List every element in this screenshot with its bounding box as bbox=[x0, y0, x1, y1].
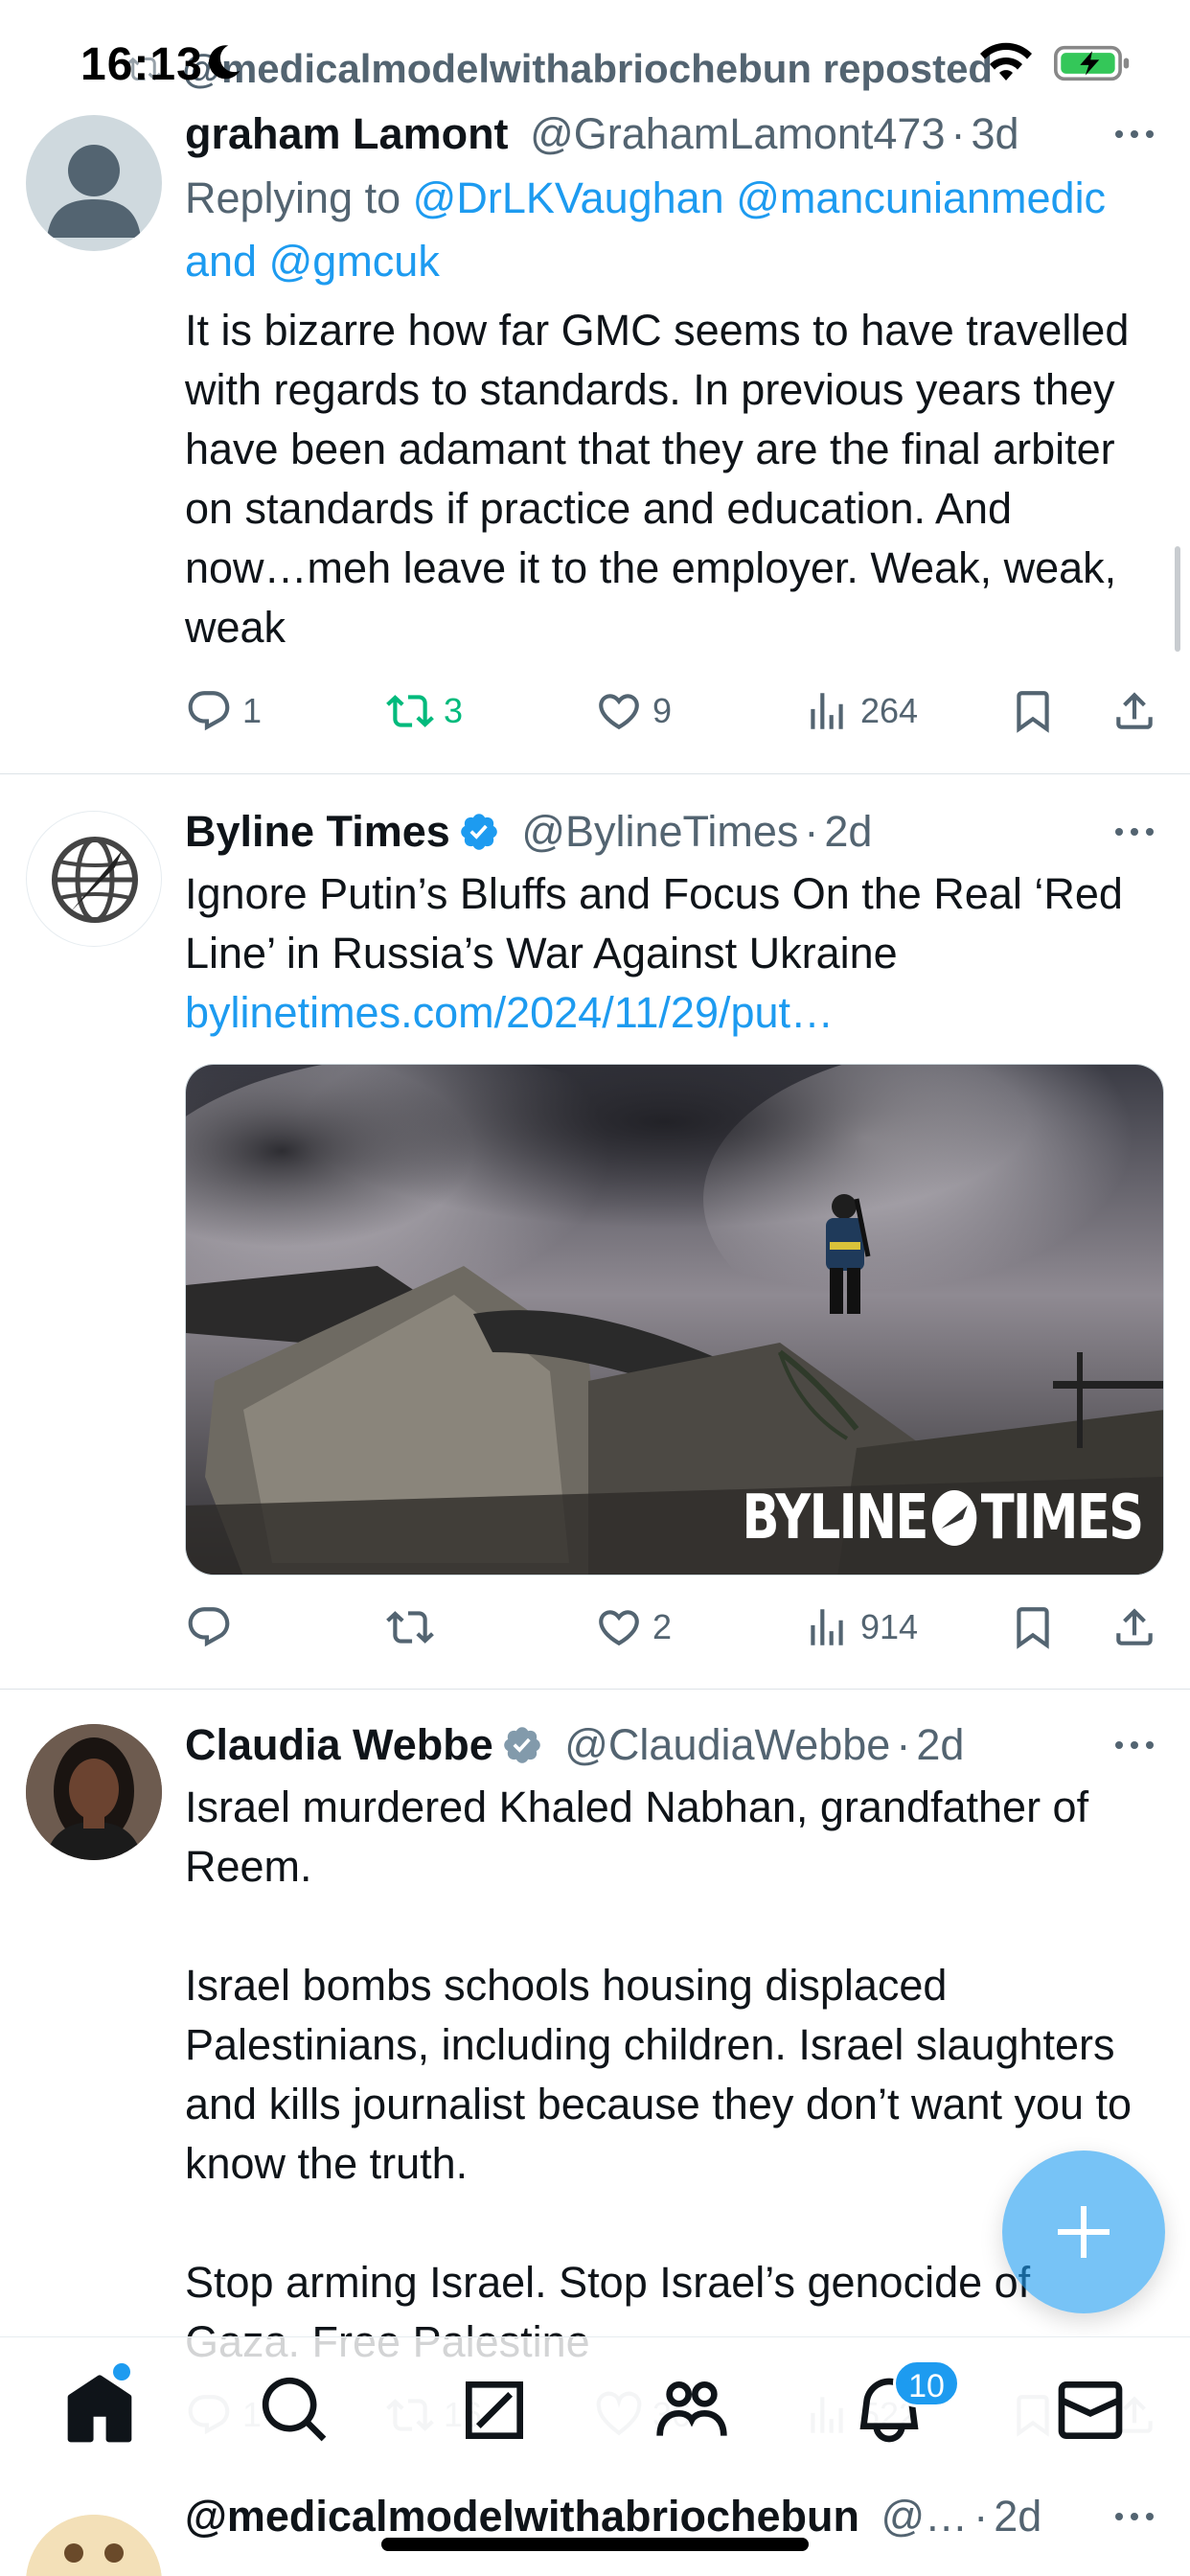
replying-last-mention[interactable]: @gmcuk bbox=[269, 237, 440, 286]
reply-button[interactable]: 1 bbox=[185, 682, 262, 740]
like-button[interactable]: 9 bbox=[595, 682, 672, 740]
default-avatar-icon bbox=[47, 145, 141, 238]
tab-grok[interactable] bbox=[456, 2372, 533, 2449]
home-indicator[interactable] bbox=[381, 2538, 809, 2551]
views-button[interactable]: 264 bbox=[803, 682, 918, 740]
more-options-icon[interactable] bbox=[1106, 1716, 1163, 1774]
plus-icon bbox=[1058, 2206, 1110, 2258]
repost-icon bbox=[386, 1611, 434, 1644]
tweet-time[interactable]: 2d bbox=[916, 1720, 964, 1769]
watermark-word-1: BYLINE bbox=[742, 1483, 928, 1553]
avatar[interactable] bbox=[26, 2515, 162, 2576]
watermark-logo-icon bbox=[931, 1490, 976, 1546]
tweet-link[interactable]: bylinetimes.com/2024/11/29/put… bbox=[185, 983, 1163, 1043]
tab-search[interactable] bbox=[257, 2372, 333, 2449]
author-name[interactable]: @medicalmodelwithabriochebun bbox=[185, 2492, 859, 2541]
more-options-icon[interactable] bbox=[1106, 803, 1163, 861]
status-bar: 16:13 bbox=[0, 0, 1190, 125]
tweet-actions: 2 914 bbox=[185, 1598, 1153, 1656]
replying-joiner: and bbox=[185, 237, 258, 286]
avatar[interactable] bbox=[26, 811, 162, 947]
views-icon bbox=[811, 693, 843, 729]
tweet-text: It is bizarre how far GMC seems to have … bbox=[185, 306, 1141, 652]
author-handle[interactable]: @ClaudiaWebbe bbox=[564, 1720, 890, 1769]
tweet-media-image[interactable]: BYLINE TIMES bbox=[185, 1064, 1164, 1576]
share-button[interactable] bbox=[1110, 682, 1168, 740]
separator-dot: · bbox=[973, 2492, 989, 2541]
home-new-posts-dot bbox=[113, 2363, 130, 2380]
profile-photo-image bbox=[26, 1724, 162, 1860]
notifications-badge: 10 bbox=[893, 2359, 960, 2407]
author-name[interactable]: Byline Times bbox=[185, 807, 450, 856]
tweet-time[interactable]: 2d bbox=[824, 807, 872, 856]
tab-home[interactable] bbox=[61, 2372, 138, 2449]
replying-mentions[interactable]: @DrLKVaughan @mancunianmedic bbox=[413, 173, 1106, 222]
repost-count: 3 bbox=[444, 691, 464, 730]
bookmark-icon bbox=[1017, 1607, 1049, 1649]
share-icon bbox=[1116, 1608, 1153, 1645]
watermark-word-2: TIMES bbox=[980, 1483, 1143, 1553]
tweet-text: Israel murdered Khaled Nabhan, grandfath… bbox=[185, 1782, 1133, 2366]
tweet-header: Claudia Webbe @ClaudiaWebbe · 2d bbox=[185, 1716, 1163, 1774]
tweet-actions: 1 3 9 264 bbox=[185, 682, 1153, 740]
replying-to: Replying to @DrLKVaughan @mancunianmedic… bbox=[185, 167, 1163, 293]
communities-icon bbox=[656, 2381, 727, 2436]
separator-dot: · bbox=[804, 807, 819, 856]
views-icon bbox=[811, 1609, 843, 1645]
author-handle[interactable]: @BylineTimes bbox=[521, 807, 798, 856]
share-button[interactable] bbox=[1110, 1598, 1168, 1656]
tab-communities[interactable] bbox=[653, 2372, 730, 2449]
cartoon-avatar-image bbox=[26, 2515, 162, 2576]
bookmark-button[interactable] bbox=[1009, 1598, 1066, 1656]
repost-button[interactable]: 3 bbox=[386, 682, 463, 740]
reply-count: 1 bbox=[242, 691, 263, 730]
more-options-icon[interactable] bbox=[1106, 2488, 1163, 2545]
reply-button[interactable] bbox=[185, 1598, 242, 1656]
tab-messages[interactable] bbox=[1052, 2372, 1129, 2449]
tweet-text: Ignore Putin’s Bluffs and Focus On the R… bbox=[185, 869, 1135, 978]
search-icon bbox=[262, 2377, 327, 2442]
bookmark-button[interactable] bbox=[1009, 682, 1066, 740]
mail-icon bbox=[1058, 2381, 1123, 2439]
views-button[interactable]: 914 bbox=[803, 1598, 918, 1656]
globe-logo-icon bbox=[52, 837, 138, 923]
tweet-header: @medicalmodelwithabriochebun @… · 2d bbox=[185, 2488, 1163, 2545]
tweet-byline-times[interactable]: Byline Times @BylineTimes · 2d Ignore Puti… bbox=[0, 774, 1190, 1690]
like-count: 9 bbox=[652, 691, 673, 730]
heart-icon bbox=[599, 1610, 639, 1646]
moon-icon bbox=[208, 45, 240, 80]
tweet-medicalmodel-partial[interactable]: @medicalmodelwithabriochebun @… · 2d bbox=[0, 2480, 1190, 2576]
media-watermark: BYLINE TIMES bbox=[742, 1483, 1144, 1553]
battery-icon bbox=[1054, 45, 1130, 81]
reply-icon bbox=[188, 1607, 230, 1647]
author-name[interactable]: Claudia Webbe bbox=[185, 1720, 493, 1769]
heart-icon bbox=[599, 694, 639, 730]
share-icon bbox=[1116, 692, 1153, 729]
like-button[interactable]: 2 bbox=[595, 1598, 672, 1656]
repost-icon bbox=[386, 695, 434, 727]
avatar[interactable] bbox=[26, 115, 162, 251]
avatar[interactable] bbox=[26, 1724, 162, 1860]
bottom-tab-bar bbox=[0, 2336, 1190, 2480]
reply-icon bbox=[188, 691, 230, 731]
verified-badge-icon bbox=[461, 814, 497, 850]
view-count: 914 bbox=[860, 1607, 919, 1646]
status-time: 16:13 bbox=[80, 39, 203, 90]
wifi-icon bbox=[980, 42, 1032, 80]
repost-button[interactable] bbox=[386, 1598, 444, 1656]
like-count: 2 bbox=[652, 1607, 673, 1646]
tweet-time[interactable]: 2d bbox=[994, 2492, 1041, 2541]
view-count: 264 bbox=[860, 691, 919, 730]
tweet-header: Byline Times @BylineTimes · 2d bbox=[185, 803, 1163, 861]
bookmark-icon bbox=[1017, 691, 1049, 733]
verified-badge-icon bbox=[503, 1727, 540, 1763]
grok-icon bbox=[466, 2381, 523, 2439]
compose-post-button[interactable] bbox=[1002, 2150, 1165, 2313]
replying-prefix: Replying to bbox=[185, 173, 401, 222]
scrollbar[interactable] bbox=[1175, 546, 1180, 652]
author-handle[interactable]: @… bbox=[881, 2492, 969, 2541]
home-icon bbox=[67, 2375, 132, 2443]
separator-dot: · bbox=[896, 1720, 911, 1769]
